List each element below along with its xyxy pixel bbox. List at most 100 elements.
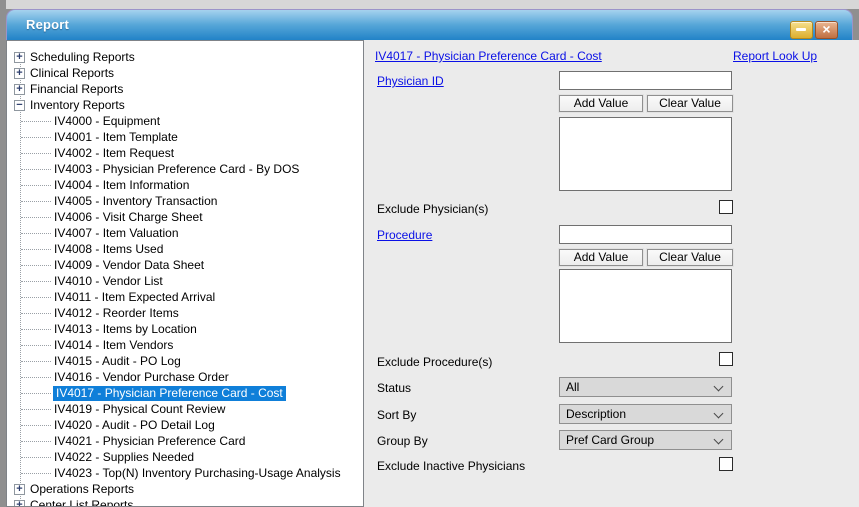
tree-item-iv4001-item-template[interactable]: IV4001 - Item Template [7, 129, 363, 145]
tree-connector [21, 249, 51, 250]
tree-item-label: IV4020 - Audit - PO Detail Log [54, 418, 215, 433]
tree-item-label: IV4004 - Item Information [54, 178, 189, 193]
tree-item-financial-reports[interactable]: + Financial Reports [7, 81, 363, 97]
expand-icon[interactable]: + [14, 68, 25, 79]
tree-item-scheduling-reports[interactable]: + Scheduling Reports [7, 49, 363, 65]
minimize-button[interactable] [790, 21, 813, 39]
exclude-inactive-physicians-checkbox[interactable] [719, 457, 733, 471]
tree-item-center-list-reports[interactable]: +Center List Reports [7, 497, 363, 507]
tree-connector [21, 233, 51, 234]
sort-by-dropdown[interactable]: Description [559, 404, 732, 424]
tree-connector [21, 121, 51, 122]
tree-item-label: IV4012 - Reorder Items [54, 306, 179, 321]
tree-item-operations-reports[interactable]: +Operations Reports [7, 481, 363, 497]
tree-item-iv4006-visit-charge-sheet[interactable]: IV4006 - Visit Charge Sheet [7, 209, 363, 225]
procedure-clear-value-button[interactable]: Clear Value [647, 249, 733, 266]
tree-item-label: IV4009 - Vendor Data Sheet [54, 258, 204, 273]
exclude-inactive-physicians-label: Exclude Inactive Physicians [377, 459, 525, 474]
exclude-physicians-label: Exclude Physician(s) [377, 202, 488, 217]
tree-item-iv4016-vendor-purchase-order[interactable]: IV4016 - Vendor Purchase Order [7, 369, 363, 385]
status-selected-value: All [566, 380, 579, 394]
tree-item-label: IV4002 - Item Request [54, 146, 174, 161]
physician-id-label-link[interactable]: Physician ID [377, 74, 444, 88]
collapse-icon[interactable]: − [14, 100, 25, 111]
tree-item-iv4005-inventory-transaction[interactable]: IV4005 - Inventory Transaction [7, 193, 363, 209]
tree-connector [21, 393, 51, 394]
tree-connector [21, 297, 51, 298]
procedure-add-value-button[interactable]: Add Value [559, 249, 643, 266]
exclude-procedures-checkbox[interactable] [719, 352, 733, 366]
window-top-edge [6, 0, 859, 9]
window-titlebar[interactable]: Report × [6, 9, 853, 41]
exclude-physicians-checkbox[interactable] [719, 200, 733, 214]
tree-item-iv4011-item-expected-arrival[interactable]: IV4011 - Item Expected Arrival [7, 289, 363, 305]
procedure-listbox[interactable] [559, 269, 732, 343]
tree-item-label: IV4016 - Vendor Purchase Order [54, 370, 229, 385]
tree-item-inventory-reports[interactable]: −Inventory Reports [7, 97, 363, 113]
physician-id-input[interactable] [559, 71, 732, 90]
tree-item-iv4004-item-information[interactable]: IV4004 - Item Information [7, 177, 363, 193]
tree-item-iv4007-item-valuation[interactable]: IV4007 - Item Valuation [7, 225, 363, 241]
tree-connector [21, 313, 51, 314]
tree-connector [21, 377, 51, 378]
tree-item-label: IV4003 - Physician Preference Card - By … [54, 162, 299, 177]
tree-connector [21, 457, 51, 458]
tree-item-iv4014-item-vendors[interactable]: IV4014 - Item Vendors [7, 337, 363, 353]
tree-item-iv4003-physician-preference-card-by-dos[interactable]: IV4003 - Physician Preference Card - By … [7, 161, 363, 177]
tree-item-label: IV4017 - Physician Preference Card - Cos… [53, 386, 286, 401]
tree-item-iv4012-reorder-items[interactable]: IV4012 - Reorder Items [7, 305, 363, 321]
tree-item-label: IV4013 - Items by Location [54, 322, 197, 337]
close-button[interactable]: × [815, 21, 838, 39]
tree-item-label: IV4022 - Supplies Needed [54, 450, 194, 465]
tree-item-iv4022-supplies-needed[interactable]: IV4022 - Supplies Needed [7, 449, 363, 465]
tree-connector [21, 265, 51, 266]
status-dropdown[interactable]: All [559, 377, 732, 397]
tree-item-iv4010-vendor-list[interactable]: IV4010 - Vendor List [7, 273, 363, 289]
tree-item-iv4002-item-request[interactable]: IV4002 - Item Request [7, 145, 363, 161]
physician-add-value-button[interactable]: Add Value [559, 95, 643, 112]
group-by-selected-value: Pref Card Group [566, 433, 654, 447]
report-lookup-link[interactable]: Report Look Up [733, 49, 817, 63]
sort-by-label: Sort By [377, 408, 416, 423]
chevron-down-icon [714, 409, 724, 419]
tree-item-label: IV4007 - Item Valuation [54, 226, 179, 241]
tree-item-iv4020-audit-po-detail-log[interactable]: IV4020 - Audit - PO Detail Log [7, 417, 363, 433]
tree-item-iv4017-physician-preference-card-cost[interactable]: IV4017 - Physician Preference Card - Cos… [7, 385, 363, 401]
chevron-down-icon [714, 435, 724, 445]
tree-item-iv4023-top-n-inventory-purchasing-usage-analysis[interactable]: IV4023 - Top(N) Inventory Purchasing-Usa… [7, 465, 363, 481]
expand-icon[interactable]: + [14, 484, 25, 495]
tree-item-iv4000-equipment[interactable]: IV4000 - Equipment [7, 113, 363, 129]
tree-item-label: IV4005 - Inventory Transaction [54, 194, 217, 209]
report-parameters-panel: IV4017 - Physician Preference Card - Cos… [364, 40, 859, 507]
report-title-link[interactable]: IV4017 - Physician Preference Card - Cos… [375, 49, 602, 63]
expand-icon[interactable]: + [14, 84, 25, 95]
tree-item-iv4009-vendor-data-sheet[interactable]: IV4009 - Vendor Data Sheet [7, 257, 363, 273]
tree-item-label: Scheduling Reports [30, 50, 135, 65]
expand-icon[interactable]: + [14, 500, 25, 507]
tree-item-iv4008-items-used[interactable]: IV4008 - Items Used [7, 241, 363, 257]
group-by-dropdown[interactable]: Pref Card Group [559, 430, 732, 450]
procedure-input[interactable] [559, 225, 732, 244]
tree-item-label: IV4019 - Physical Count Review [54, 402, 225, 417]
window-content: +Scheduling Reports+Clinical Reports+Fin… [6, 40, 859, 507]
chevron-down-icon [714, 382, 724, 392]
procedure-label-link[interactable]: Procedure [377, 228, 432, 242]
physician-clear-value-button[interactable]: Clear Value [647, 95, 733, 112]
tree-item-label: IV4015 - Audit - PO Log [54, 354, 181, 369]
physician-id-listbox[interactable] [559, 117, 732, 191]
tree-connector [21, 361, 51, 362]
tree-item-iv4019-physical-count-review[interactable]: IV4019 - Physical Count Review [7, 401, 363, 417]
expand-icon[interactable]: + [14, 52, 25, 63]
tree-item-label: Financial Reports [30, 82, 123, 97]
tree-item-clinical-reports[interactable]: +Clinical Reports [7, 65, 363, 81]
tree-item-label: IV4006 - Visit Charge Sheet [54, 210, 203, 225]
tree-item-iv4021-physician-preference-card[interactable]: IV4021 - Physician Preference Card [7, 433, 363, 449]
tree-item-iv4013-items-by-location[interactable]: IV4013 - Items by Location [7, 321, 363, 337]
tree-item-iv4015-audit-po-log[interactable]: IV4015 - Audit - PO Log [7, 353, 363, 369]
tree-item-label: IV4014 - Item Vendors [54, 338, 173, 353]
tree-item-label: IV4008 - Items Used [54, 242, 163, 257]
report-tree[interactable]: +Scheduling Reports+Clinical Reports+Fin… [6, 40, 364, 507]
minimize-icon [796, 28, 806, 31]
tree-item-label: IV4021 - Physician Preference Card [54, 434, 245, 449]
exclude-procedures-label: Exclude Procedure(s) [377, 355, 492, 370]
